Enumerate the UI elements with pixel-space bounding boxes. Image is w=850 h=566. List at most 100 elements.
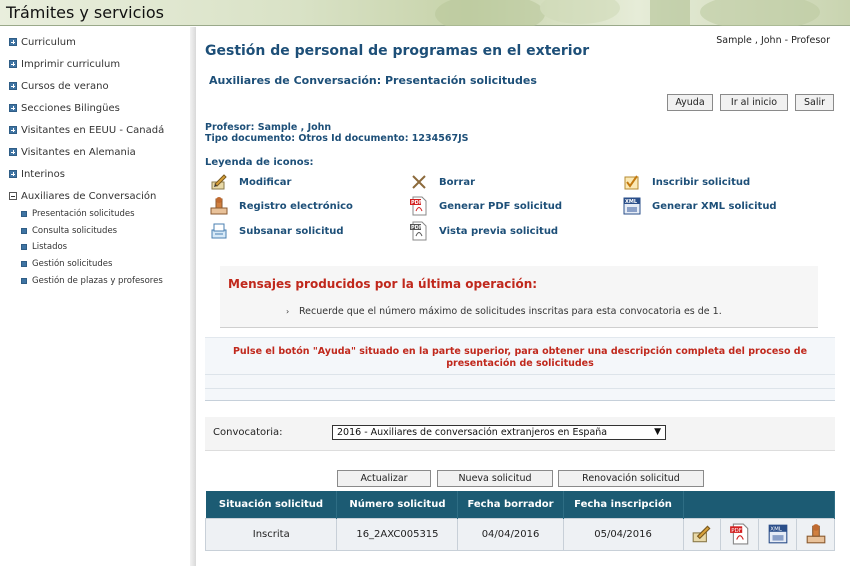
renew-application-button[interactable]: Renovación solicitud bbox=[558, 470, 704, 487]
svg-text:PDF: PDF bbox=[731, 528, 742, 534]
convocatoria-panel: Convocatoria: 2016 - Auxiliares de conve… bbox=[205, 417, 835, 451]
sidebar-subitem-presentacion[interactable]: Presentación solicitudes bbox=[21, 208, 135, 220]
sidebar-subitem-label: Consulta solicitudes bbox=[32, 226, 118, 236]
col-header-status: Situación solicitud bbox=[205, 491, 338, 518]
sidebar-subitem-consulta[interactable]: Consulta solicitudes bbox=[21, 225, 117, 237]
legend-item-inscribir: Inscribir solicitud bbox=[622, 172, 750, 192]
convocatoria-selected: 2016 - Auxiliares de conversación extran… bbox=[337, 427, 608, 438]
expand-icon bbox=[9, 170, 17, 178]
legend-label: Subsanar solicitud bbox=[239, 225, 344, 237]
svg-text:XML: XML bbox=[770, 527, 783, 533]
svg-text:PDF: PDF bbox=[411, 225, 422, 231]
svg-text:XML: XML bbox=[625, 199, 638, 205]
expand-icon bbox=[9, 38, 17, 46]
sidebar-item-label: Visitantes en Alemania bbox=[21, 146, 136, 158]
help-notice-text: Pulse el botón "Ayuda" situado en la par… bbox=[205, 346, 835, 370]
xml-icon: XML bbox=[623, 197, 641, 215]
dropdown-arrow-icon: ▼ bbox=[654, 427, 661, 437]
stamp-icon bbox=[210, 197, 228, 215]
pdf-icon: PDF bbox=[410, 196, 427, 216]
sidebar-item-label: Visitantes en EEUU - Canadá bbox=[21, 124, 165, 136]
sidebar-divider bbox=[190, 27, 196, 566]
app-header: Trámites y servicios bbox=[0, 0, 850, 26]
table-header-row: Situación solicitud Número solicitud Fec… bbox=[205, 491, 835, 518]
cell-draft-date: 04/04/2016 bbox=[457, 517, 564, 551]
sidebar-subitem-listados[interactable]: Listados bbox=[21, 241, 67, 253]
update-button[interactable]: Actualizar bbox=[337, 470, 431, 487]
expand-icon bbox=[9, 60, 17, 68]
collapse-icon bbox=[9, 192, 17, 200]
stamp-icon[interactable] bbox=[805, 523, 827, 545]
cell-action-xml: XML bbox=[758, 517, 798, 551]
sidebar-item-interinos[interactable]: Interinos bbox=[9, 167, 65, 181]
legend-item-modificar: Modificar bbox=[209, 172, 291, 192]
messages-title: Mensajes producidos por la última operac… bbox=[228, 277, 538, 291]
col-header-number: Número solicitud bbox=[336, 491, 459, 518]
page-title: Gestión de personal de programas en el e… bbox=[205, 43, 590, 59]
help-button[interactable]: Ayuda bbox=[667, 94, 713, 111]
profile-name: Profesor: Sample , John bbox=[205, 122, 332, 133]
col-header-inscription-date: Fecha inscripción bbox=[563, 491, 684, 518]
sidebar-item-curriculum[interactable]: Curriculum bbox=[9, 35, 76, 49]
help-line-1: Pulse el botón "Ayuda" situado en la par… bbox=[232, 346, 808, 357]
new-application-button[interactable]: Nueva solicitud bbox=[437, 470, 553, 487]
bullet-arrow-icon: › bbox=[286, 307, 290, 316]
cell-action-edit bbox=[682, 517, 722, 551]
bullet-icon bbox=[21, 261, 27, 267]
convocatoria-select[interactable]: 2016 - Auxiliares de conversación extran… bbox=[332, 425, 666, 440]
sidebar-item-label: Cursos de verano bbox=[21, 80, 109, 92]
app-title: Trámites y servicios bbox=[6, 3, 164, 22]
bullet-icon bbox=[21, 228, 27, 234]
sidebar-item-label: Curriculum bbox=[21, 36, 76, 48]
page-subtitle: Auxiliares de Conversación: Presentación… bbox=[209, 74, 537, 87]
user-info: Sample , John - Profesor bbox=[716, 35, 830, 46]
header-decoration bbox=[435, 0, 820, 26]
legend-title: Leyenda de iconos: bbox=[205, 157, 314, 168]
preview-pdf-icon: PDF bbox=[410, 221, 427, 241]
table-row: Inscrita 16_2AXC005315 04/04/2016 05/04/… bbox=[204, 517, 835, 551]
pdf-icon[interactable]: PDF bbox=[729, 523, 751, 545]
sidebar-item-visitantes-alemania[interactable]: Visitantes en Alemania bbox=[9, 145, 136, 159]
sidebar-subitem-label: Gestión de plazas y profesores bbox=[32, 276, 163, 286]
expand-icon bbox=[9, 104, 17, 112]
sidebar-item-cursos-verano[interactable]: Cursos de verano bbox=[9, 79, 109, 93]
sidebar-subitem-label: Presentación solicitudes bbox=[32, 209, 135, 219]
legend-item-subsanar: Subsanar solicitud bbox=[209, 221, 344, 241]
legend-label: Vista previa solicitud bbox=[439, 225, 559, 237]
messages-text: Recuerde que el número máximo de solicit… bbox=[299, 306, 722, 317]
xml-icon[interactable]: XML bbox=[767, 523, 789, 545]
col-header-actions bbox=[683, 491, 835, 518]
sidebar-subitem-gestion-plazas[interactable]: Gestión de plazas y profesores bbox=[21, 275, 163, 287]
help-line-2: presentación de solicitudes bbox=[446, 358, 594, 369]
help-notice: Pulse el botón "Ayuda" situado en la par… bbox=[205, 337, 835, 401]
main-content: Sample , John - Profesor Gestión de pers… bbox=[197, 27, 850, 566]
legend-item-generar-xml: XML Generar XML solicitud bbox=[622, 196, 777, 216]
sidebar-subitem-label: Listados bbox=[32, 242, 68, 252]
sidebar-item-auxiliares[interactable]: Auxiliares de Conversación bbox=[9, 189, 156, 203]
home-button[interactable]: Ir al inicio bbox=[720, 94, 788, 111]
divider bbox=[205, 388, 835, 389]
sidebar-item-label: Interinos bbox=[21, 168, 65, 180]
legend-label: Borrar bbox=[439, 176, 476, 188]
cell-number: 16_2AXC005315 bbox=[336, 517, 459, 551]
legend-label: Inscribir solicitud bbox=[652, 176, 751, 188]
cell-action-pdf: PDF bbox=[720, 517, 760, 551]
legend-label: Registro electrónico bbox=[239, 200, 353, 212]
sidebar-subitem-gestion-solicitudes[interactable]: Gestión solicitudes bbox=[21, 258, 112, 270]
sidebar-item-secciones-bilingues[interactable]: Secciones Bilingües bbox=[9, 101, 120, 115]
exit-button[interactable]: Salir bbox=[795, 94, 834, 111]
legend-label: Generar PDF solicitud bbox=[439, 200, 563, 212]
expand-icon bbox=[9, 126, 17, 134]
sidebar-item-label: Imprimir curriculum bbox=[21, 58, 121, 70]
cell-status: Inscrita bbox=[204, 517, 338, 551]
cell-action-register bbox=[796, 517, 835, 551]
edit-icon[interactable] bbox=[691, 523, 713, 545]
bullet-icon bbox=[21, 278, 27, 284]
expand-icon bbox=[9, 148, 17, 156]
messages-panel: Mensajes producidos por la última operac… bbox=[220, 266, 818, 328]
fix-icon bbox=[211, 223, 227, 239]
sidebar-item-visitantes-eeuu[interactable]: Visitantes en EEUU - Canadá bbox=[9, 123, 164, 137]
sidebar-item-imprimir-curriculum[interactable]: Imprimir curriculum bbox=[9, 57, 120, 71]
cell-inscription-date: 05/04/2016 bbox=[562, 517, 684, 551]
svg-text:PDF: PDF bbox=[411, 200, 422, 206]
